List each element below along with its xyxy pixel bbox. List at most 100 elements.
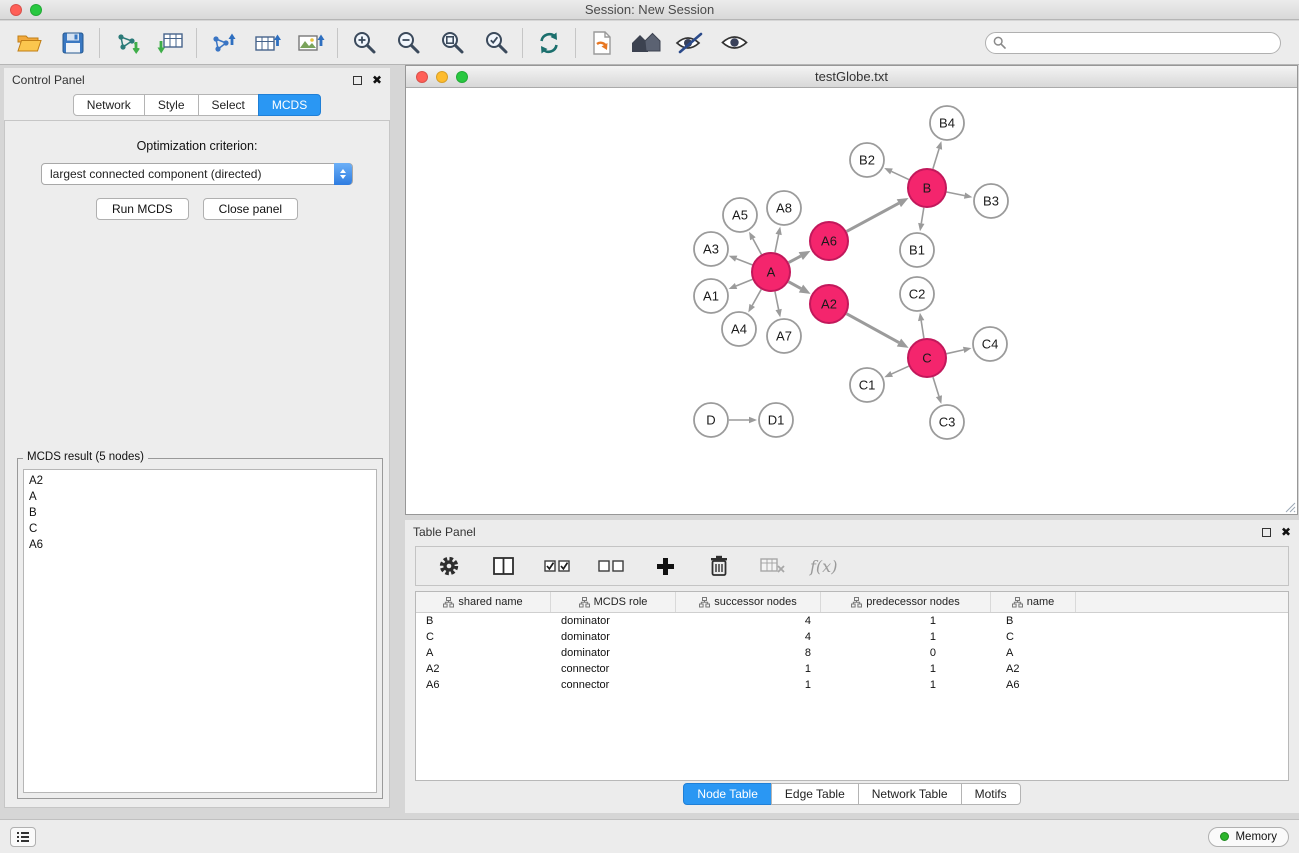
graph-edge-B-B1[interactable]	[921, 208, 924, 224]
hide-graphics-button[interactable]	[673, 26, 707, 60]
column-header-MCDS-role[interactable]: MCDS role	[551, 592, 676, 612]
table-cell[interactable]: 1	[821, 613, 991, 629]
graph-node-A7[interactable]: A7	[767, 319, 801, 353]
table-cell[interactable]: A	[991, 645, 1076, 661]
close-panel-button[interactable]: Close panel	[203, 198, 298, 220]
graph-edge-A-A1[interactable]	[736, 279, 752, 286]
graph-edge-C-C3[interactable]	[933, 377, 939, 396]
table-row[interactable]: Bdominator41B	[416, 613, 1288, 629]
create-column-button[interactable]	[648, 549, 682, 583]
import-file-button[interactable]	[585, 26, 619, 60]
table-row[interactable]: Adominator80A	[416, 645, 1288, 661]
graph-node-A2[interactable]: A2	[810, 285, 848, 323]
graph-node-B[interactable]: B	[908, 169, 946, 207]
table-cell[interactable]: connector	[551, 661, 676, 677]
float-panel-icon[interactable]	[353, 76, 362, 85]
graph-node-D1[interactable]: D1	[759, 403, 793, 437]
table-cell[interactable]: B	[416, 613, 551, 629]
zoom-in-button[interactable]	[347, 26, 381, 60]
home-view-button[interactable]	[629, 26, 663, 60]
column-header-successor-nodes[interactable]: successor nodes	[676, 592, 821, 612]
graph-edge-A-A2[interactable]	[789, 282, 801, 289]
graph-edge-B-B2[interactable]	[891, 171, 908, 179]
graph-edge-B-B4[interactable]	[933, 149, 939, 169]
show-graphics-button[interactable]	[717, 26, 751, 60]
graph-edge-A2-C[interactable]	[847, 314, 899, 343]
graph-edge-A-A4[interactable]	[752, 289, 761, 305]
table-cell[interactable]: A6	[416, 677, 551, 693]
mcds-result-item[interactable]: C	[29, 521, 371, 537]
criterion-dropdown[interactable]: largest connected component (directed)	[41, 163, 353, 185]
network-canvas[interactable]: B4B2BB3A8A5A6B1A3AC2A1A2A4A7C4CC1DD1C3	[406, 89, 1297, 514]
open-session-button[interactable]	[12, 26, 46, 60]
graph-node-A[interactable]: A	[752, 253, 790, 291]
table-cell[interactable]: 8	[676, 645, 821, 661]
graph-edge-A6-B[interactable]	[847, 203, 899, 231]
table-cell[interactable]: 1	[821, 629, 991, 645]
run-mcds-button[interactable]: Run MCDS	[96, 198, 189, 220]
table-cell[interactable]: dominator	[551, 613, 676, 629]
graph-node-B2[interactable]: B2	[850, 143, 884, 177]
save-session-button[interactable]	[56, 26, 90, 60]
graph-edge-C-C2[interactable]	[921, 321, 924, 339]
tab-network-table[interactable]: Network Table	[858, 783, 962, 805]
table-cell[interactable]: 1	[676, 661, 821, 677]
graph-node-B3[interactable]: B3	[974, 184, 1008, 218]
graph-node-A3[interactable]: A3	[694, 232, 728, 266]
mcds-result-item[interactable]: A6	[29, 537, 371, 553]
mcds-result-item[interactable]: A	[29, 489, 371, 505]
close-table-panel-icon[interactable]: ✖	[1281, 526, 1291, 538]
resize-gripper-icon[interactable]	[1284, 501, 1296, 513]
refresh-view-button[interactable]	[532, 26, 566, 60]
zoom-fit-button[interactable]	[435, 26, 469, 60]
tab-select[interactable]: Select	[198, 94, 259, 116]
import-table-button[interactable]	[153, 26, 187, 60]
deselect-all-columns-button[interactable]	[594, 549, 628, 583]
graph-node-A4[interactable]: A4	[722, 312, 756, 346]
search-input[interactable]	[1011, 36, 1261, 50]
graph-node-C2[interactable]: C2	[900, 277, 934, 311]
tab-motifs[interactable]: Motifs	[961, 783, 1021, 805]
delete-column-button[interactable]	[702, 549, 736, 583]
import-network-button[interactable]	[109, 26, 143, 60]
table-cell[interactable]: 1	[676, 677, 821, 693]
tab-edge-table[interactable]: Edge Table	[771, 783, 859, 805]
table-cell[interactable]: A6	[991, 677, 1076, 693]
tab-node-table[interactable]: Node Table	[683, 783, 772, 805]
mcds-result-item[interactable]: B	[29, 505, 371, 521]
mcds-result-list[interactable]: A2ABCA6	[23, 469, 377, 793]
tab-mcds[interactable]: MCDS	[258, 94, 321, 116]
table-cell[interactable]: 1	[821, 661, 991, 677]
table-cell[interactable]: 4	[676, 613, 821, 629]
zoom-selected-button[interactable]	[479, 26, 513, 60]
graph-edge-B-B3[interactable]	[947, 192, 965, 196]
table-cell[interactable]: dominator	[551, 629, 676, 645]
tab-style[interactable]: Style	[144, 94, 199, 116]
graph-edge-A-A5[interactable]	[753, 239, 762, 255]
export-table-button[interactable]	[250, 26, 284, 60]
table-cell[interactable]: C	[416, 629, 551, 645]
column-header-name[interactable]: name	[991, 592, 1076, 612]
show-columns-button[interactable]	[486, 549, 520, 583]
task-history-button[interactable]	[10, 827, 36, 847]
graph-node-A6[interactable]: A6	[810, 222, 848, 260]
graph-node-A1[interactable]: A1	[694, 279, 728, 313]
table-cell[interactable]: C	[991, 629, 1076, 645]
graph-node-D[interactable]: D	[694, 403, 728, 437]
table-row[interactable]: Cdominator41C	[416, 629, 1288, 645]
table-row[interactable]: A6connector11A6	[416, 677, 1288, 693]
close-panel-icon[interactable]: ✖	[372, 74, 382, 86]
graph-edge-C-C4[interactable]	[947, 350, 964, 354]
table-cell[interactable]: A2	[991, 661, 1076, 677]
graph-edge-A-A8[interactable]	[775, 234, 779, 252]
graph-node-B4[interactable]: B4	[930, 106, 964, 140]
network-window-titlebar[interactable]: testGlobe.txt	[406, 66, 1297, 88]
function-builder-button[interactable]: f(x)	[810, 557, 837, 576]
zoom-out-button[interactable]	[391, 26, 425, 60]
table-row[interactable]: A2connector11A2	[416, 661, 1288, 677]
table-cell[interactable]: A	[416, 645, 551, 661]
graph-node-A5[interactable]: A5	[723, 198, 757, 232]
graph-node-A8[interactable]: A8	[767, 191, 801, 225]
select-all-columns-button[interactable]	[540, 549, 574, 583]
tab-network[interactable]: Network	[73, 94, 145, 116]
